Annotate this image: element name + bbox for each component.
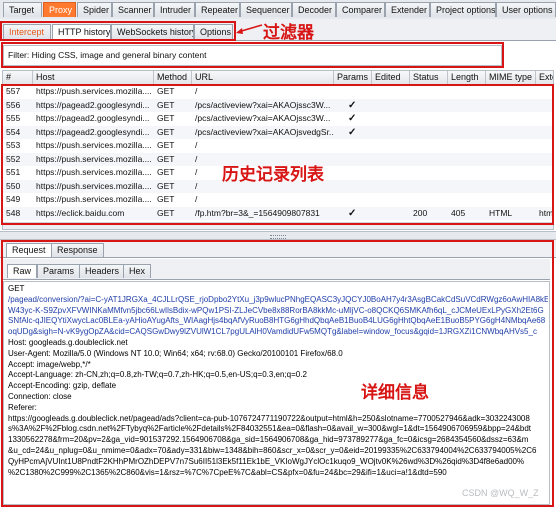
col-length[interactable]: Length [448, 71, 486, 84]
filter-highlight-box [1, 42, 504, 68]
tab-spider[interactable]: Spider [77, 2, 112, 17]
panel-splitter[interactable] [0, 231, 556, 240]
top-tab-bar: Target Proxy Spider Scanner Intruder Rep… [0, 0, 556, 20]
col-url[interactable]: URL [192, 71, 334, 84]
col-status[interactable]: Status [410, 71, 448, 84]
tab-decoder[interactable]: Decoder [292, 2, 336, 17]
col-method[interactable]: Method [154, 71, 192, 84]
tab-repeater[interactable]: Repeater [195, 2, 240, 17]
tab-project-options[interactable]: Project options [430, 2, 496, 17]
filter-annotation: 过滤器 [263, 23, 314, 43]
tab-extender[interactable]: Extender [385, 2, 430, 17]
splitter-grip-icon [270, 235, 286, 239]
col-extension[interactable]: Exte [536, 71, 553, 84]
tab-intruder[interactable]: Intruder [154, 2, 195, 17]
history-annotation: 历史记录列表 [222, 165, 324, 185]
col-host[interactable]: Host [33, 71, 154, 84]
tab-scanner[interactable]: Scanner [112, 2, 154, 17]
tab-proxy[interactable]: Proxy [43, 2, 76, 17]
col-params[interactable]: Params [334, 71, 372, 84]
col-number[interactable]: # [3, 71, 33, 84]
tab-sequencer[interactable]: Sequencer [240, 2, 292, 17]
col-edited[interactable]: Edited [372, 71, 410, 84]
tab-comparer[interactable]: Comparer [336, 2, 385, 17]
annotation-arrow-icon [236, 24, 263, 34]
tab-user-options[interactable]: User options [496, 2, 556, 17]
detail-highlight-box [1, 240, 554, 507]
history-table-header: # Host Method URL Params Edited Status L… [3, 71, 553, 85]
watermark: CSDN @WQ_W_Z [462, 488, 539, 498]
detail-annotation: 详细信息 [361, 383, 429, 403]
col-mime-type[interactable]: MIME type [486, 71, 536, 84]
history-highlight-box [1, 84, 554, 225]
subtab-highlight-box [0, 21, 236, 41]
tab-target[interactable]: Target [3, 2, 42, 17]
